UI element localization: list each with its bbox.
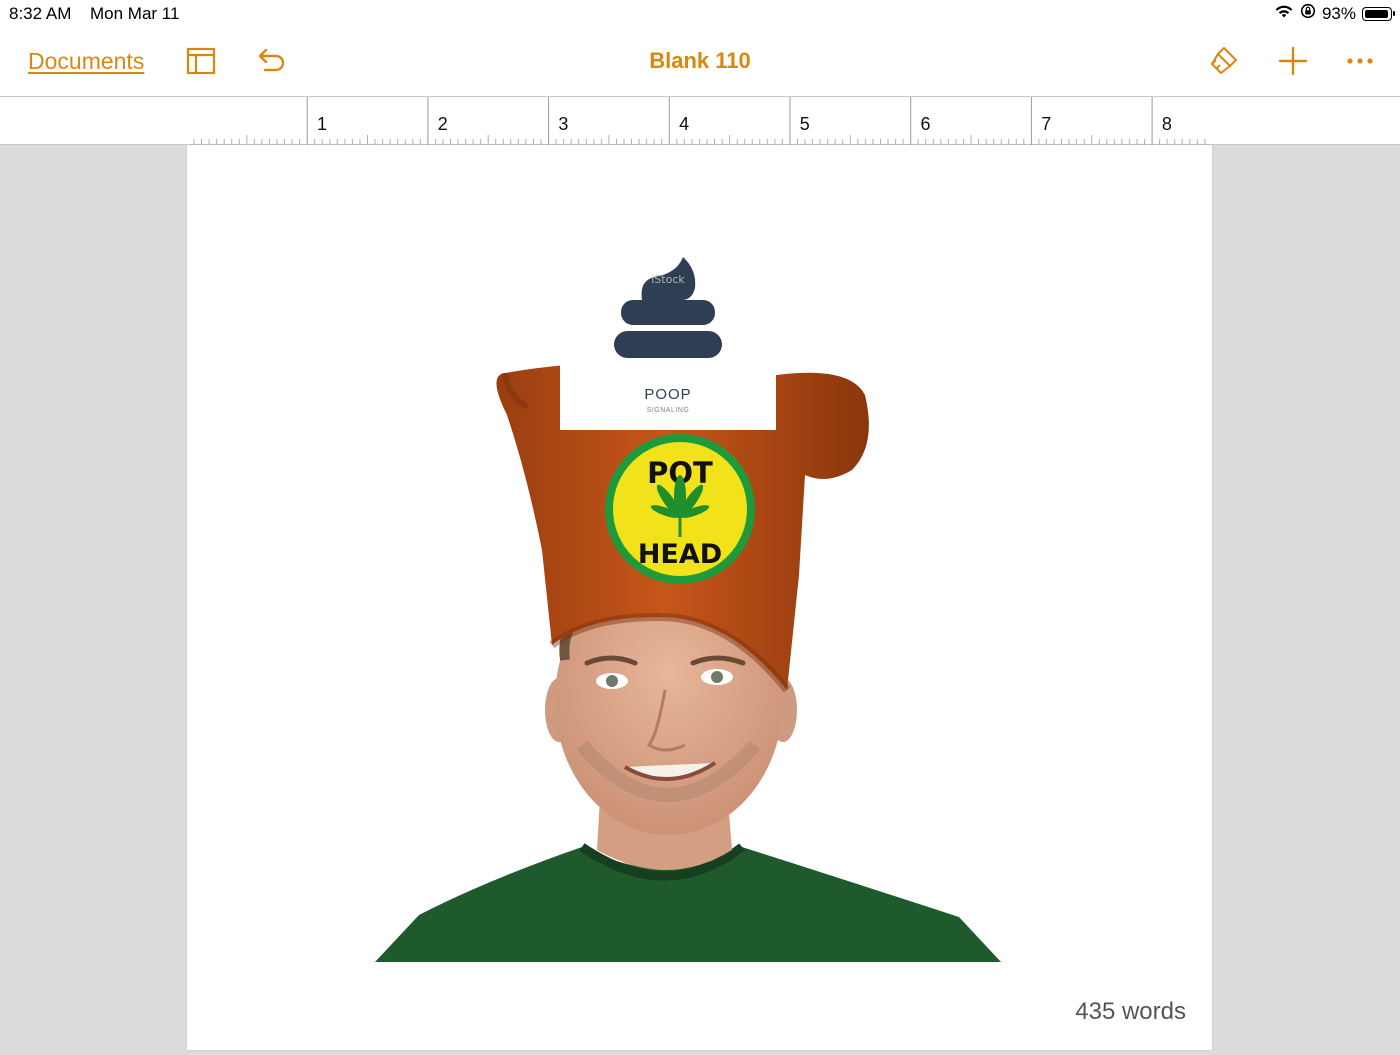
ruler-label: 7 xyxy=(1041,114,1051,134)
document-image[interactable]: POT HEAD iStock POOP SIGNALING xyxy=(187,145,1212,1050)
ruler-label: 2 xyxy=(438,114,448,134)
ruler-scale: 1 2 3 4 5 6 7 8 xyxy=(193,97,1206,145)
sign-subtitle: SIGNALING xyxy=(647,407,690,414)
ruler-label: 5 xyxy=(800,114,810,134)
ruler-label: 1 xyxy=(317,114,327,134)
battery-percent: 93% xyxy=(1321,3,1356,23)
documents-button[interactable]: Documents xyxy=(28,48,144,75)
ruler-label: 8 xyxy=(1162,114,1172,134)
word-count[interactable]: 435 words xyxy=(1075,998,1186,1026)
battery-fill xyxy=(1365,9,1389,18)
ruler-label: 4 xyxy=(679,114,689,134)
pot-head-badge: POT HEAD xyxy=(605,434,755,584)
status-bar: 8:32 AM Mon Mar 11 93% xyxy=(0,0,1400,28)
status-right: 93% xyxy=(1274,3,1395,24)
paintbrush-icon[interactable] xyxy=(1207,44,1241,78)
toolbar: Documents Blank 110 xyxy=(0,28,1400,96)
plus-icon[interactable] xyxy=(1276,44,1310,78)
battery-icon xyxy=(1362,6,1395,21)
poop-sign: iStock POOP SIGNALING xyxy=(560,232,776,430)
sign-title: POOP xyxy=(644,386,691,403)
undo-icon[interactable] xyxy=(254,44,288,78)
document-page[interactable]: POT HEAD iStock POOP SIGNALING 435 words xyxy=(187,145,1212,1050)
wifi-icon xyxy=(1274,3,1294,24)
rotation-lock-icon xyxy=(1300,3,1316,24)
badge-bottom-text: HEAD xyxy=(638,539,722,570)
sidebar-icon[interactable] xyxy=(184,44,218,78)
more-icon[interactable] xyxy=(1343,44,1377,78)
watermark-text: iStock xyxy=(651,273,685,286)
ruler[interactable]: 1 2 3 4 5 6 7 8 xyxy=(0,96,1400,145)
status-time: 8:32 AM xyxy=(9,4,72,23)
status-date: Mon Mar 11 xyxy=(90,4,180,23)
document-title[interactable]: Blank 110 xyxy=(649,48,751,73)
ruler-label: 3 xyxy=(558,114,568,134)
ruler-label: 6 xyxy=(921,114,931,134)
